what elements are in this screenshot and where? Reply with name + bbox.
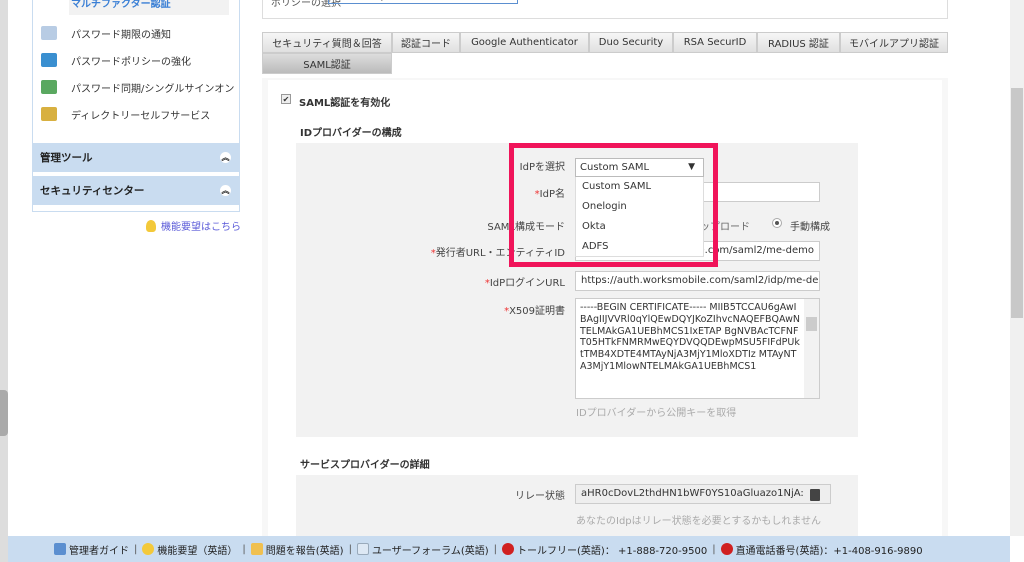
footer-report-issue[interactable]: 問題を報告(英語) xyxy=(250,542,344,557)
chevron-up-icon[interactable]: ︽ xyxy=(220,152,231,163)
relay-input[interactable]: aHR0cDovL2thdHN1bWF0YS10aGluazo1NjA: xyxy=(575,484,831,504)
sidebar-item-mfa[interactable]: マルチファクター認証 xyxy=(69,0,229,15)
footer-toll-free[interactable]: トールフリー(英語)： +1-888-720-9500 xyxy=(502,542,707,557)
sp-section-heading: サービスプロバイダーの詳細 xyxy=(300,460,430,471)
relay-value: aHR0cDovL2thdHN1bWF0YS10aGluazo1NjA: xyxy=(581,488,804,499)
phone-icon xyxy=(502,543,515,555)
key-icon xyxy=(41,53,57,67)
highlight-box xyxy=(509,143,718,267)
tab-auth-code[interactable]: 認証コード xyxy=(392,32,460,53)
sidebar-item-label: ディレクトリーセルフサービス xyxy=(71,110,211,122)
relay-label: リレー状態 xyxy=(515,491,565,502)
page-scroll-thumb[interactable] xyxy=(1011,88,1023,318)
sidebar-item-label: パスワード期限の通知 xyxy=(71,29,171,41)
tab-security-qa[interactable]: セキュリティ質問＆回答 xyxy=(262,32,392,53)
sidebar-section-security-center[interactable]: セキュリティセンター ︽ xyxy=(33,176,239,207)
cert-hint: IDプロバイダーから公開キーを取得 xyxy=(576,408,737,419)
sidebar-item-password-sync[interactable]: パスワード同期/シングルサインオン xyxy=(41,77,234,97)
enable-saml-checkbox[interactable]: ✔ xyxy=(281,94,291,104)
chevron-up-icon[interactable]: ︽ xyxy=(220,185,231,196)
envelope-icon xyxy=(41,26,57,40)
sync-key-icon xyxy=(41,80,57,94)
tab-saml[interactable]: SAML認証 xyxy=(262,53,392,74)
cert-label: *X509証明書 xyxy=(504,306,565,317)
tab-google-auth[interactable]: Google Authenticator xyxy=(460,32,589,53)
relay-hint: あなたのIdpはリレー状態を必要とするかもしれません xyxy=(576,516,822,527)
textarea-scrollbar[interactable] xyxy=(804,299,819,398)
chat-icon xyxy=(356,543,369,555)
link-label: 機能要望はこちら xyxy=(161,222,241,233)
feature-request-link[interactable]: 機能要望はこちら xyxy=(146,218,241,233)
book-icon xyxy=(54,543,66,555)
left-edge xyxy=(0,0,8,562)
user-lock-icon xyxy=(41,107,57,121)
footer-feature-request[interactable]: 機能要望（英語） xyxy=(142,542,237,557)
section-label: 管理ツール xyxy=(40,152,93,164)
bulb-icon xyxy=(146,219,156,232)
footer-user-forum[interactable]: ユーザーフォーラム(英語) xyxy=(356,542,489,557)
sidebar-item-password-expiry[interactable]: パスワード期限の通知 xyxy=(41,23,171,43)
footer-label: 直通電話番号(英語)：+1-408-916-9890 xyxy=(735,545,923,557)
sidebar-item-label: パスワードポリシーの強化 xyxy=(71,56,191,68)
footer-label: 機能要望（英語） xyxy=(157,545,238,557)
enable-saml-label: SAML認証を有効化 xyxy=(299,98,391,109)
cert-textarea[interactable]: -----BEGIN CERTIFICATE----- MIIB5TCCAU6g… xyxy=(575,298,820,399)
cert-text: -----BEGIN CERTIFICATE----- MIIB5TCCAU6g… xyxy=(580,302,800,372)
label-text: IdPログインURL xyxy=(489,278,565,289)
mode-manual-radio[interactable] xyxy=(772,218,782,228)
login-url-label: *IdPログインURL xyxy=(484,278,565,289)
scroll-thumb[interactable] xyxy=(806,317,817,331)
footer-bar: 管理者ガイド | 機能要望（英語） | 問題を報告(英語) | ユーザーフォーラム(英… xyxy=(8,536,1010,562)
sidebar-section-admin-tools[interactable]: 管理ツール ︽ xyxy=(33,143,239,174)
collapse-handle[interactable] xyxy=(0,390,8,436)
tab-radius[interactable]: RADIUS 認証 xyxy=(757,32,840,53)
sidebar-item-self-service[interactable]: ディレクトリーセルフサービス xyxy=(41,104,210,124)
sidebar: マルチファクター認証 パスワード期限の通知 パスワードポリシーの強化 パスワード… xyxy=(32,0,240,212)
policy-select[interactable]: me-development xyxy=(328,0,518,4)
footer-label: 問題を報告(英語) xyxy=(265,545,344,557)
sidebar-item-password-policy[interactable]: パスワードポリシーの強化 xyxy=(41,50,191,70)
bulb-icon xyxy=(142,543,155,555)
footer-label: 管理者ガイド xyxy=(69,545,129,557)
tab-mobile-app[interactable]: モバイルアプリ認証 xyxy=(840,32,948,53)
tab-rsa[interactable]: RSA SecurID xyxy=(673,32,757,53)
mode-manual-label: 手動構成 xyxy=(790,222,830,233)
phone-icon xyxy=(720,543,733,555)
footer-admin-guide[interactable]: 管理者ガイド xyxy=(54,542,129,557)
section-label: セキュリティセンター xyxy=(40,185,145,197)
mail-icon xyxy=(250,543,263,555)
sidebar-item-label: パスワード同期/シングルサインオン xyxy=(71,83,235,95)
footer-label: ユーザーフォーラム(英語) xyxy=(371,545,489,557)
copy-icon[interactable] xyxy=(810,489,820,501)
idp-section-heading: IDプロバイダーの構成 xyxy=(300,128,402,139)
policy-box: ポリシーの選択 me-development xyxy=(262,0,948,19)
tab-duo[interactable]: Duo Security xyxy=(589,32,673,53)
footer-direct-phone[interactable]: 直通電話番号(英語)：+1-408-916-9890 xyxy=(720,542,923,557)
footer-label: トールフリー(英語)： +1-888-720-9500 xyxy=(517,545,708,557)
login-url-input[interactable]: https://auth.worksmobile.com/saml2/idp/m… xyxy=(575,271,820,291)
label-text: X509証明書 xyxy=(509,306,565,317)
